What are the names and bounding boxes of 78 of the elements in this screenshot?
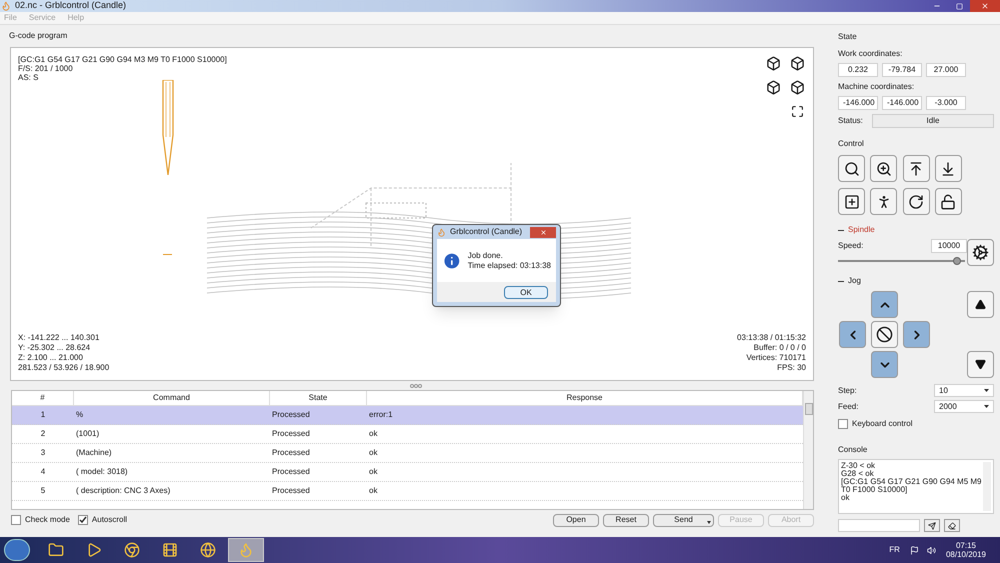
dropdown[interactable]: 2000 [934, 400, 994, 413]
section-title: Control [838, 138, 865, 150]
window-title: 02.nc - Grblcontrol (Candle) [15, 0, 126, 12]
coordinate-value: -79.784 [882, 63, 922, 77]
table-row[interactable]: 3 (Machine) Processed ok [12, 444, 803, 463]
field-label: Step: [838, 384, 857, 396]
table-cell-text: ok [368, 466, 378, 478]
field-label: Speed: [838, 240, 864, 252]
status-text: AS: S [18, 73, 40, 82]
section-title: Jog [848, 275, 861, 287]
table-cell-text: % [75, 409, 84, 421]
column-header: Command [74, 391, 270, 405]
status-text: [GC:G1 G54 G17 G21 G90 G94 M3 M9 T0 F1000 S10000] [18, 55, 227, 64]
table-cell-text: 2 [40, 428, 46, 440]
table-cell-text: (Machine) [75, 447, 113, 459]
table-cell-text: ok [368, 485, 378, 497]
action-button[interactable]: Reset [603, 514, 649, 526]
table-cell-text: error:1 [368, 409, 394, 421]
language-indicator: FR [889, 544, 900, 556]
table-cell-text: 4 [40, 466, 46, 478]
checkbox-label: Check mode [25, 514, 70, 526]
action-button[interactable]: Open [553, 514, 599, 526]
table-cell-text: (1001) [75, 428, 100, 440]
dropdown[interactable]: 10 [934, 384, 994, 397]
status-value: Idle [872, 114, 994, 128]
table-row[interactable]: 5 ( description: CNC 3 Axes) Processed ok [12, 482, 803, 501]
coordinate-value: -146.000 [838, 96, 878, 110]
table-row[interactable]: 4 ( model: 3018) Processed ok [12, 463, 803, 482]
table-cell-text: ( model: 3018) [75, 466, 129, 478]
table-row[interactable]: 2 (1001) Processed ok [12, 425, 803, 444]
dialog-title: Grblcontrol (Candle) [450, 226, 522, 238]
clock-date: 08/10/2019 [946, 550, 986, 559]
field-label: Status: [838, 115, 864, 127]
table-cell-text: Processed [271, 466, 311, 478]
table-cell-text: ( description: CNC 3 Axes) [75, 485, 172, 497]
speed-value: 10000 [931, 239, 967, 253]
section-title: Console [838, 444, 868, 456]
column-header: State [270, 391, 367, 405]
panel-title: G-code program [9, 30, 68, 42]
table-row[interactable]: 1 % Processed error:1 [12, 406, 803, 425]
table-cell-text: ok [368, 447, 378, 459]
checkbox-label: Autoscroll [92, 514, 128, 526]
stats-text: FPS: 30 [776, 363, 806, 373]
bounds-text: Y: -25.302 ... 28.624 [18, 343, 92, 353]
column-header: # [12, 391, 74, 405]
stats-text: Buffer: 0 / 0 / 0 [752, 343, 806, 353]
coordinate-value: -146.000 [882, 96, 922, 110]
console-line: G28 < ok [841, 470, 875, 478]
field-label: Machine coordinates: [838, 81, 916, 93]
table-cell-text: Processed [271, 485, 311, 497]
section-title: State [838, 31, 858, 43]
table-cell-text: 5 [40, 485, 46, 497]
section-title: Spindle [848, 224, 875, 236]
table-cell-text: Processed [271, 409, 311, 421]
table-cell-text: ok [368, 428, 378, 440]
coordinate-value: 0.232 [838, 63, 878, 77]
bounds-text: X: -141.222 ... 140.301 [18, 333, 100, 343]
clock-time: 07:15 [956, 541, 976, 550]
dialog-message: Job done. [468, 250, 504, 260]
dialog-message: Time elapsed: 03:13:38 [468, 260, 551, 270]
console-line: Z-30 < ok [841, 462, 876, 470]
coordinate-value: 27.000 [926, 63, 966, 77]
action-button[interactable]: Send [653, 514, 714, 526]
table-cell-text: Processed [271, 428, 311, 440]
bounds-text: Z: 2.100 ... 21.000 [18, 353, 84, 363]
field-label: Work coordinates: [838, 48, 904, 60]
bounds-text: 281.523 / 53.926 / 18.900 [18, 363, 110, 373]
stats-text: Vertices: 710171 [745, 353, 806, 363]
coordinate-value: -3.000 [926, 96, 966, 110]
status-text: F/S: 201 / 1000 [18, 64, 74, 73]
table-cell-text: 1 [40, 409, 46, 421]
table-cell-text: Processed [271, 447, 311, 459]
checkbox-label: Keyboard control [852, 418, 912, 430]
console-line: ok [841, 494, 850, 502]
table-cell-text: 3 [40, 447, 46, 459]
field-label: Feed: [838, 400, 858, 412]
ok-button[interactable]: OK [504, 286, 548, 298]
stats-text: 03:13:38 / 01:15:32 [737, 333, 806, 343]
